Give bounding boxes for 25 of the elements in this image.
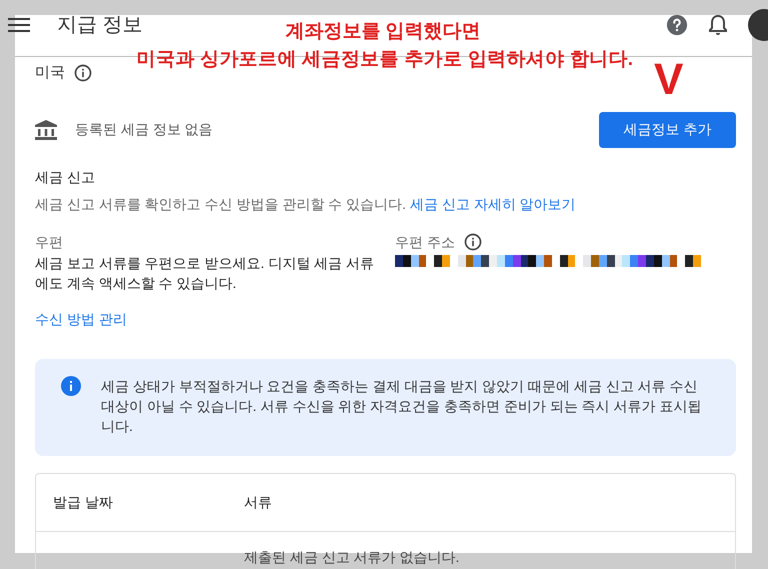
empty-table-message: 제출된 세금 신고 서류가 없습니다. (244, 548, 460, 564)
column-header: 발급 날짜 (53, 492, 114, 512)
mail-description: 세금 보고 서류를 우편으로 받으세요. 디지털 세금 서류에도 계속 액세스할 수 있습니다. (35, 254, 376, 292)
address-label: 우편 주소 (395, 232, 455, 252)
tax-info-status: 등록된 세금 정보 없음 (75, 120, 213, 139)
info-icon[interactable] (73, 63, 93, 84)
info-icon[interactable] (462, 232, 483, 252)
country-name: 미국 (35, 63, 65, 83)
bank-icon (35, 120, 57, 140)
annotation-mark: V (654, 58, 684, 102)
annotation-text: 미국과 싱가포르에 세금정보를 추가로 입력하셔야 합니다. (136, 48, 634, 72)
column-header: 서류 (244, 492, 272, 512)
add-tax-info-button[interactable]: 세금정보 추가 (599, 112, 736, 148)
bell-icon[interactable] (708, 14, 728, 36)
help-icon[interactable] (666, 14, 688, 36)
info-icon (61, 376, 81, 396)
section-title: 세금 신고 (35, 168, 96, 186)
mail-label: 우편 (35, 232, 64, 252)
page-title: 지급 정보 (57, 13, 143, 38)
annotation-text: 계좌정보를 입력했다면 (285, 20, 481, 44)
notice-text: 세금 상태가 부적절하거나 요건을 충족하는 결제 대금을 받지 않았기 때문에 세금 신고 서류 수신 대상이 아닐 수 있습니다. 서류 수신을 위한 자격요건을 충족하면 준비가 되는 즉시 서류가 표시됩니다. (101, 376, 702, 436)
section-description: 세금 신고 서류를 확인하고 수신 방법을 관리할 수 있습니다. (35, 194, 406, 214)
manage-delivery-link[interactable]: 수신 방법 관리 (35, 308, 127, 330)
learn-more-link[interactable]: 세금 신고 자세히 알아보기 (410, 194, 576, 214)
menu-icon[interactable] (8, 17, 30, 33)
